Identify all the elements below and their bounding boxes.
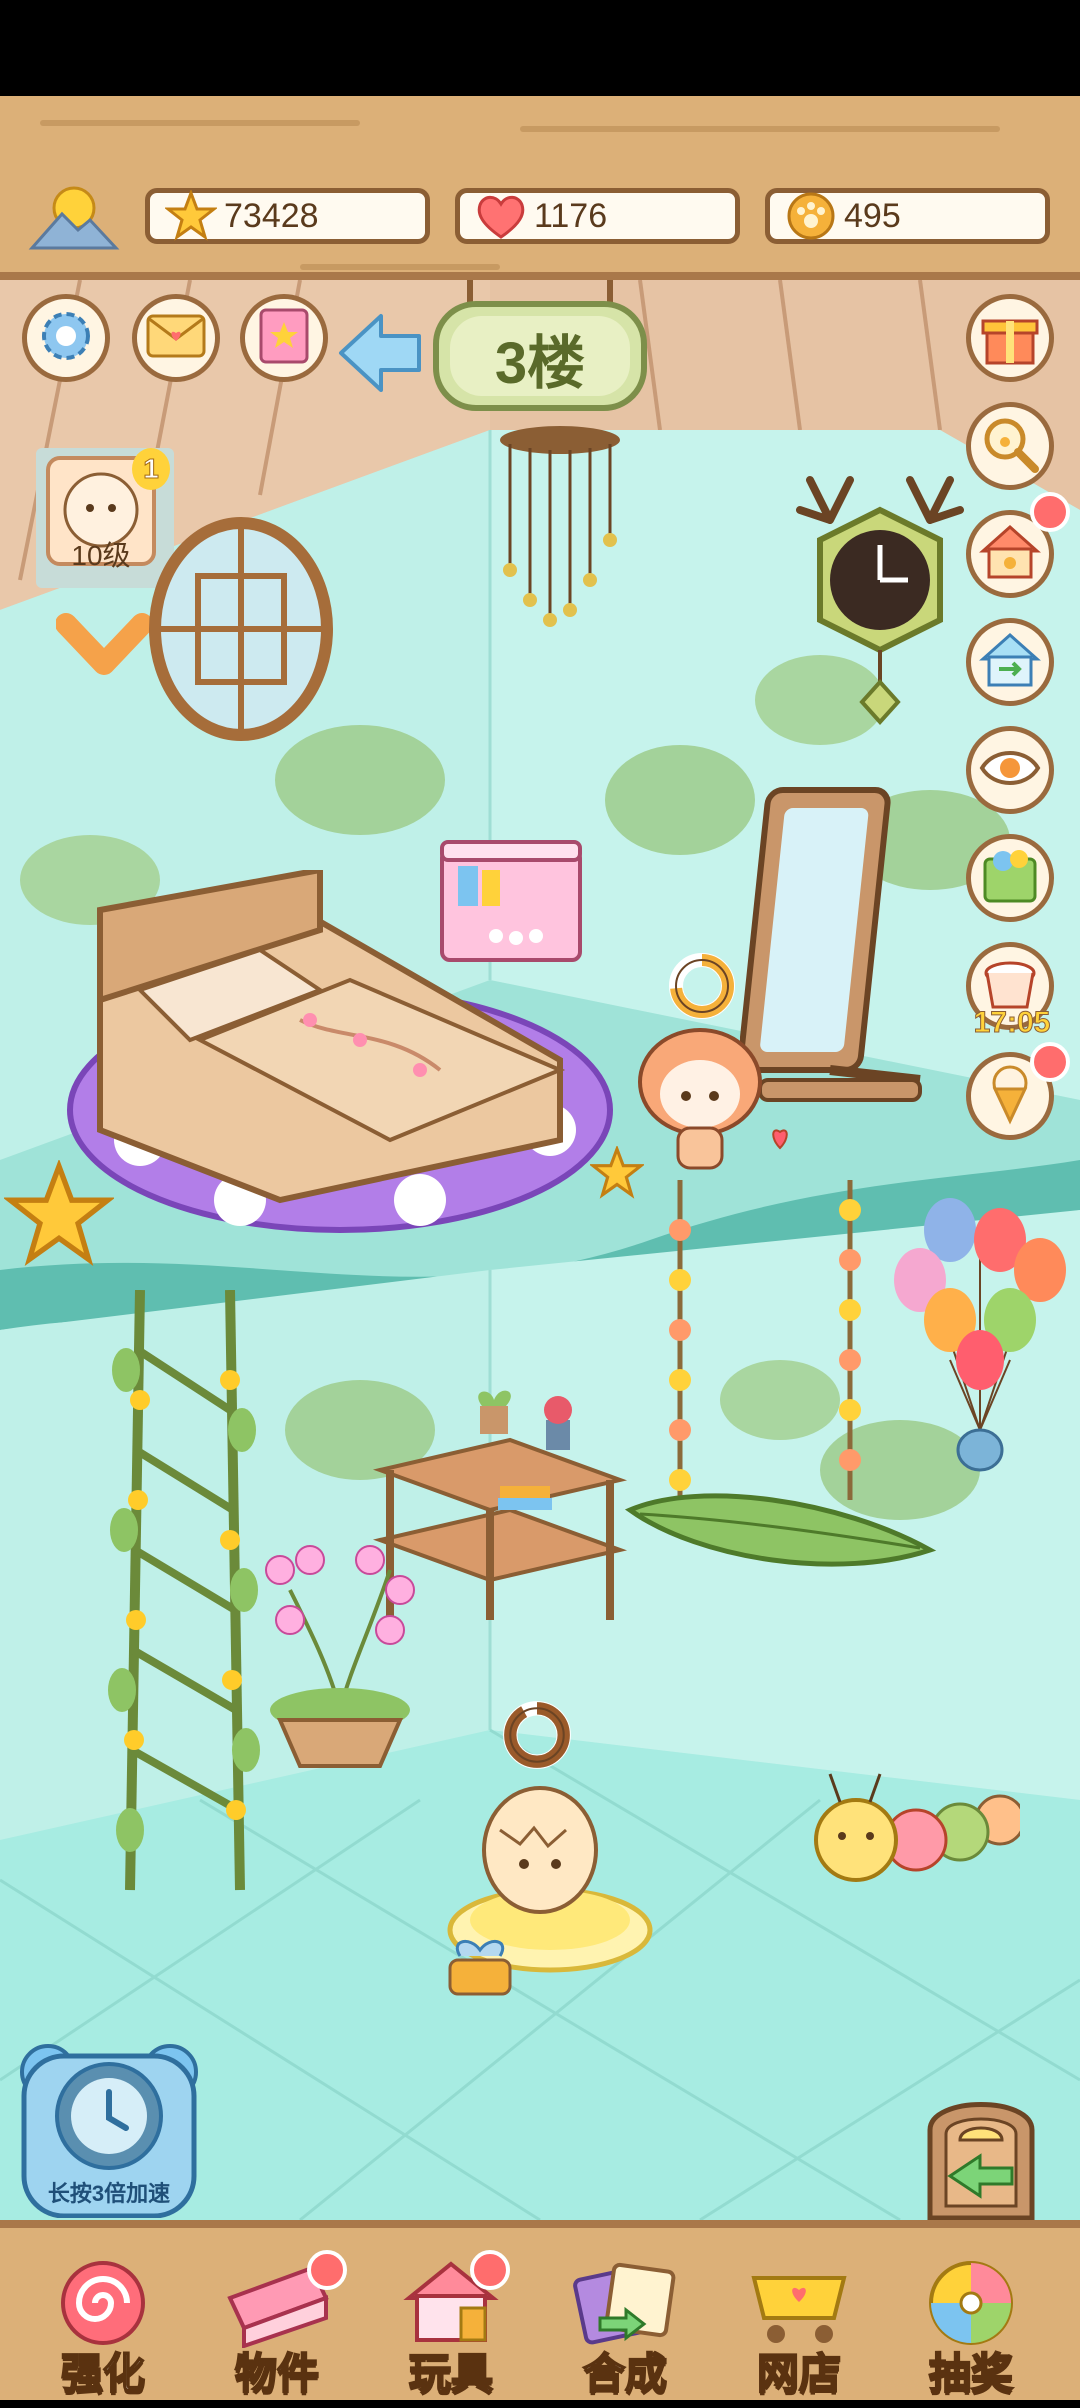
nav-items-notification-dot [307, 2250, 347, 2290]
hearts-counter: 1176 [455, 188, 740, 244]
eye-icon [979, 746, 1041, 795]
deer-clock-icon [796, 476, 964, 725]
nav-label-enhance: 强化 [60, 2349, 146, 2398]
nav-toys-notification-dot [470, 2250, 510, 2290]
magnifier-button[interactable] [966, 402, 1054, 490]
house-swap-icon [979, 629, 1041, 696]
collect-star-large-icon[interactable] [2, 1158, 116, 1270]
timer-label: 17:05 [973, 1006, 1051, 1040]
nav-label-items: 物件 [234, 2349, 320, 2398]
bead-chandelier-icon [500, 426, 620, 627]
settings-button[interactable] [22, 294, 110, 382]
catalog-book-icon [979, 845, 1041, 912]
room-scene: 3楼 1 10级 17:05 长按3倍加速 [0, 280, 1080, 2220]
home-swap-button[interactable] [966, 618, 1054, 706]
nav-merge[interactable]: 合成 [550, 2258, 700, 2408]
nav-label-merge: 合成 [582, 2349, 668, 2398]
coins-counter: 495 [765, 188, 1050, 244]
star-icon [162, 187, 220, 245]
floor-label: 3楼 [494, 331, 586, 396]
weather-icon[interactable] [28, 182, 120, 252]
hearts-value: 1176 [534, 196, 608, 235]
paw-coin-icon [782, 187, 840, 245]
shop-cart-icon [744, 2258, 854, 2348]
nav-label-toys: 玩具 [408, 2349, 494, 2398]
cracked-egg-pet[interactable] [430, 1780, 670, 2000]
swirl-candy-icon [48, 2258, 158, 2348]
mail-button[interactable] [132, 294, 220, 382]
book-icon [255, 306, 313, 371]
nav-label-shop: 网店 [756, 2349, 842, 2398]
progress-ring-lower-icon [500, 1698, 574, 1772]
round-lattice-window [149, 517, 333, 741]
exit-door-button[interactable] [920, 2080, 1042, 2220]
level-badge-number: 1 [132, 448, 170, 490]
stars-counter: 73428 [145, 188, 430, 244]
book-button[interactable] [240, 294, 328, 382]
progress-ring-upper-icon [666, 950, 738, 1022]
caterpillar-toy [814, 1773, 1020, 1882]
speedup-label: 长按3倍加速 [47, 2181, 171, 2206]
nav-shop[interactable]: 网店 [724, 2258, 874, 2408]
ice-cream-notification-dot [1030, 1042, 1070, 1082]
top-resource-bar: 73428 1176 495 [0, 96, 1080, 280]
level-label: 10级 [71, 540, 131, 571]
gift-box-icon [979, 305, 1041, 372]
stars-value: 73428 [224, 196, 319, 235]
gift-button[interactable] [966, 294, 1054, 382]
status-bar [0, 0, 1080, 96]
bottom-nav-bar: 强化 物件 玩具 合成 网店 抽奖 [0, 2220, 1080, 2400]
prize-wheel-icon [916, 2258, 1026, 2348]
nav-enhance[interactable]: 强化 [28, 2258, 178, 2408]
pet-house-icon [979, 521, 1041, 588]
envelope-heart-icon [145, 311, 207, 366]
magnifier-paw-icon [979, 413, 1041, 480]
catalog-button[interactable] [966, 834, 1054, 922]
floor-back-arrow-icon[interactable] [335, 308, 425, 398]
nav-lottery[interactable]: 抽奖 [896, 2258, 1046, 2408]
cards-icon [570, 2258, 680, 2348]
view-button[interactable] [966, 726, 1054, 814]
ice-cream-icon [979, 1063, 1041, 1130]
nav-label-lottery: 抽奖 [928, 2349, 1014, 2398]
gear-icon [35, 305, 97, 372]
bed-with-rug [67, 870, 613, 1233]
collapse-chevron-icon[interactable] [55, 610, 153, 680]
coins-value: 495 [844, 196, 901, 235]
orchid-plant [265, 1545, 415, 1768]
pet-house-notification-dot [1030, 492, 1070, 532]
speedup-clock-button[interactable]: 长按3倍加速 [18, 2042, 200, 2218]
girl-character[interactable] [630, 1020, 810, 1180]
heart-icon [472, 187, 530, 245]
floor-sign[interactable]: 3楼 [430, 280, 650, 420]
leaf-swing [624, 1180, 937, 1567]
